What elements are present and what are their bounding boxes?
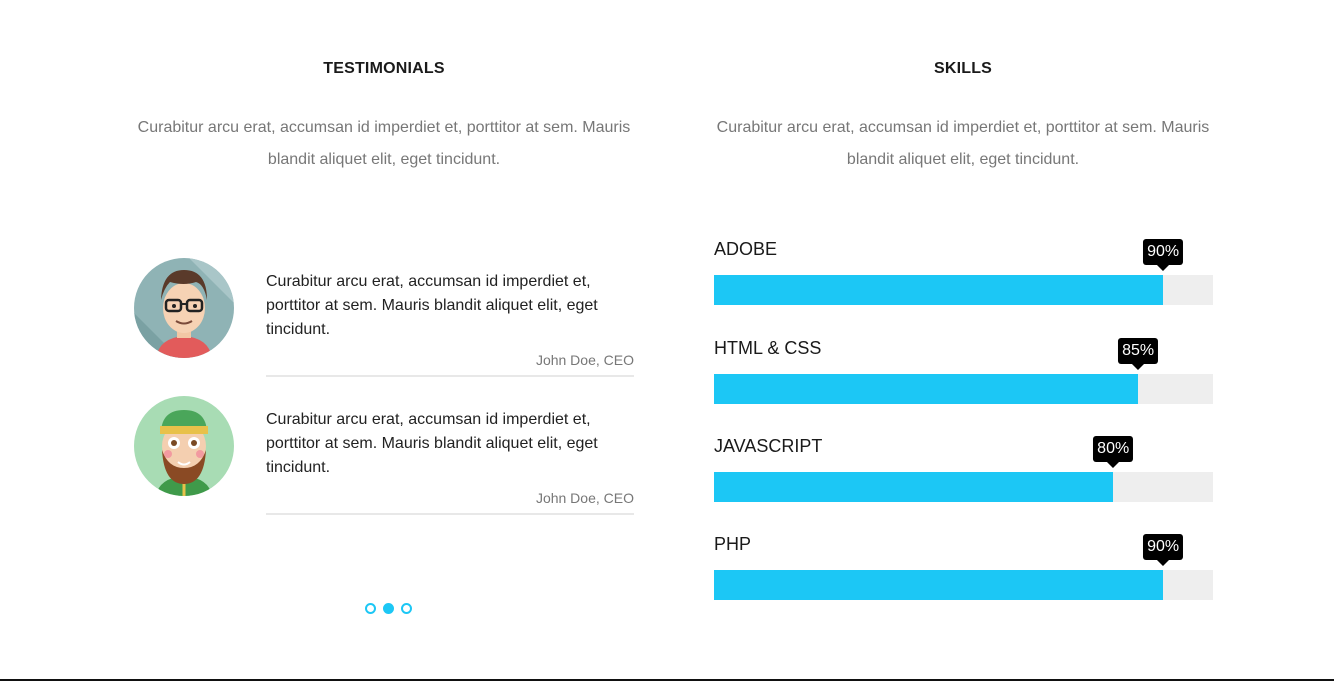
skill-bar-track xyxy=(714,374,1213,404)
skill-bar-fill xyxy=(714,374,1139,404)
skill-percent-badge: 80% xyxy=(1093,436,1134,468)
man-with-glasses-avatar-icon xyxy=(134,258,234,358)
skill-label: PHP xyxy=(714,534,752,554)
skills-title: SKILLS xyxy=(933,60,993,77)
testimonial-author: John Doe, CEO xyxy=(535,352,634,368)
skill-bar-track xyxy=(714,472,1213,502)
testimonial-divider xyxy=(266,513,634,515)
bearded-man-with-cap-avatar-icon xyxy=(134,396,234,496)
skill-bar-track xyxy=(714,570,1213,600)
testimonial-author: John Doe, CEO xyxy=(535,490,634,506)
testimonial-quote: Curabitur arcu erat, accumsan id imperdi… xyxy=(266,411,598,476)
pagination-dot[interactable] xyxy=(365,603,376,614)
testimonial-quote: Curabitur arcu erat, accumsan id imperdi… xyxy=(266,273,598,338)
pagination-dot[interactable] xyxy=(401,603,412,614)
skill-bar-fill xyxy=(714,570,1164,600)
skill-item: JAVASCRIPT 80% xyxy=(714,436,1213,506)
testimonial-divider xyxy=(266,375,634,377)
testimonials-title: TESTIMONIALS xyxy=(323,60,445,77)
skill-item: HTML & CSS 85% xyxy=(714,338,1213,408)
skill-percent-badge: 85% xyxy=(1118,338,1159,370)
testimonial-item: Curabitur arcu erat, accumsan id imperdi… xyxy=(134,258,634,378)
skill-bar-track xyxy=(714,275,1213,305)
skill-bar-fill xyxy=(714,275,1164,305)
testimonials-description: Curabitur arcu erat, accumsan id imperdi… xyxy=(137,119,631,168)
skill-item: PHP 90% xyxy=(714,534,1213,604)
skill-label: JAVASCRIPT xyxy=(714,436,823,456)
skill-item: ADOBE 90% xyxy=(714,239,1213,309)
skill-percent-badge: 90% xyxy=(1143,239,1184,271)
testimonial-item: Curabitur arcu erat, accumsan id imperdi… xyxy=(134,396,634,516)
skill-label: HTML & CSS xyxy=(714,338,822,358)
testimonial-pagination xyxy=(365,603,412,614)
skills-description: Curabitur arcu erat, accumsan id imperdi… xyxy=(716,119,1210,168)
skill-bar-fill xyxy=(714,472,1114,502)
skill-percent-badge: 90% xyxy=(1143,534,1184,566)
skill-label: ADOBE xyxy=(714,239,778,259)
pagination-dot[interactable] xyxy=(383,603,394,614)
